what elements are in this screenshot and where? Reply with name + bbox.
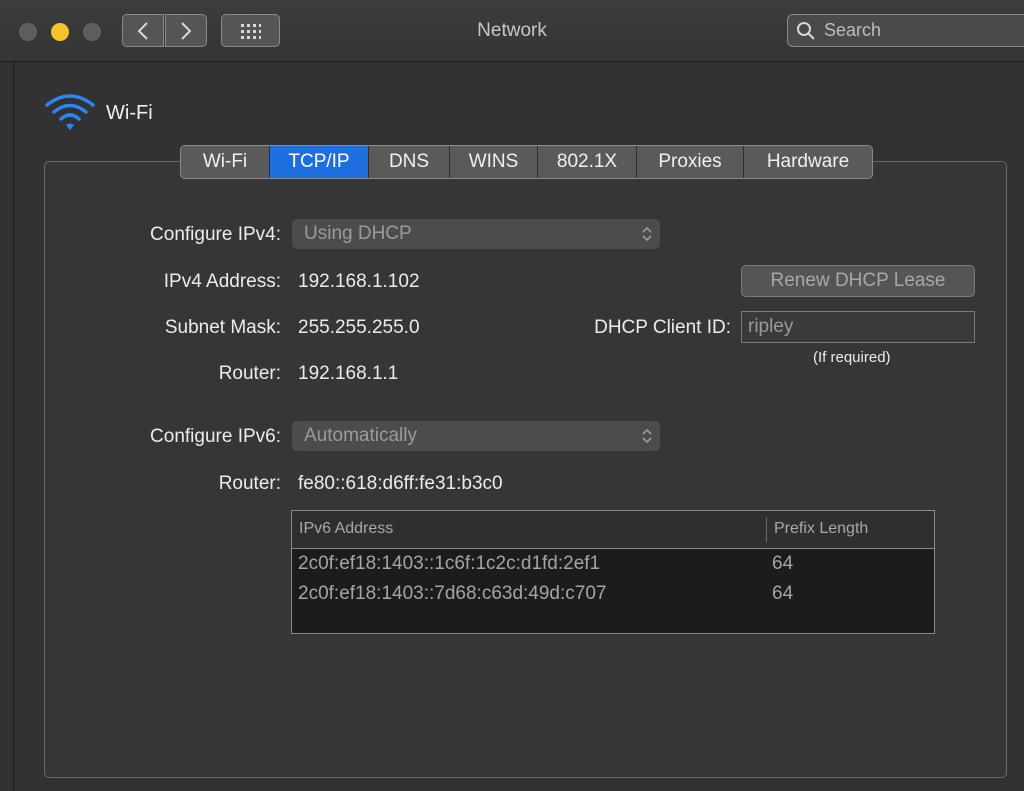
- subnet-mask-label: Subnet Mask:: [164, 317, 281, 338]
- tab-hardware[interactable]: Hardware: [744, 146, 872, 178]
- search-icon: [797, 21, 815, 40]
- ipv4-router-value: 192.168.1.1: [298, 363, 399, 384]
- ipv6-router-label: Router:: [218, 473, 281, 494]
- tab-tcpip[interactable]: TCP/IP: [270, 146, 369, 178]
- tab-wifi[interactable]: Wi-Fi: [181, 146, 270, 178]
- wifi-icon: [45, 94, 95, 130]
- prefix-length-cell: 64: [772, 553, 794, 574]
- window-edge: [13, 62, 14, 791]
- prefix-length-cell: 64: [772, 583, 794, 604]
- dhcp-client-id-field[interactable]: [741, 311, 975, 343]
- configure-ipv6-popup[interactable]: Automatically: [292, 421, 660, 451]
- dhcp-client-id-label: DHCP Client ID:: [594, 317, 731, 338]
- ipv6-address-table[interactable]: IPv6 Address Prefix Length 2c0f:ef18:140…: [291, 510, 935, 634]
- ipv4-address-value: 192.168.1.102: [298, 271, 420, 292]
- table-row[interactable]: 2c0f:ef18:1403::1c6f:1c2c:d1fd:2ef1 64: [292, 549, 934, 579]
- interface-header: Wi-Fi: [44, 93, 153, 133]
- tab-dns[interactable]: DNS: [369, 146, 450, 178]
- title-bar: Network: [0, 0, 1024, 62]
- tab-8021x[interactable]: 802.1X: [538, 146, 637, 178]
- configure-ipv4-label: Configure IPv4:: [150, 224, 281, 245]
- interface-name: Wi-Fi: [106, 101, 153, 124]
- search-input[interactable]: [822, 19, 1016, 42]
- tab-bar: Wi-Fi TCP/IP DNS WINS 802.1X Proxies Har…: [180, 145, 873, 179]
- column-header-prefix-length[interactable]: Prefix Length: [774, 520, 868, 538]
- table-header: IPv6 Address Prefix Length: [292, 511, 934, 549]
- column-divider: [766, 517, 767, 542]
- column-header-ipv6-address[interactable]: IPv6 Address: [299, 520, 393, 538]
- subnet-mask-value: 255.255.255.0: [298, 317, 420, 338]
- ipv6-address-cell: 2c0f:ef18:1403::7d68:c63d:49d:c707: [298, 583, 607, 604]
- settings-panel: [44, 161, 1007, 778]
- ipv4-address-label: IPv4 Address:: [163, 271, 281, 292]
- up-down-chevron-icon: [642, 226, 652, 242]
- dhcp-client-id-hint: (If required): [813, 349, 891, 366]
- tab-proxies[interactable]: Proxies: [637, 146, 744, 178]
- configure-ipv4-popup[interactable]: Using DHCP: [292, 219, 660, 249]
- configure-ipv6-label: Configure IPv6:: [150, 426, 281, 447]
- configure-ipv6-value: Automatically: [304, 425, 417, 446]
- ipv6-router-value: fe80::618:d6ff:fe31:b3c0: [298, 473, 503, 494]
- up-down-chevron-icon: [642, 428, 652, 444]
- ipv6-address-cell: 2c0f:ef18:1403::1c6f:1c2c:d1fd:2ef1: [298, 553, 601, 574]
- tab-wins[interactable]: WINS: [450, 146, 538, 178]
- configure-ipv4-value: Using DHCP: [304, 223, 412, 244]
- search-field[interactable]: [787, 14, 1024, 47]
- ipv4-router-label: Router:: [218, 363, 281, 384]
- table-row[interactable]: 2c0f:ef18:1403::7d68:c63d:49d:c707 64: [292, 579, 934, 609]
- renew-dhcp-lease-button[interactable]: Renew DHCP Lease: [741, 265, 975, 297]
